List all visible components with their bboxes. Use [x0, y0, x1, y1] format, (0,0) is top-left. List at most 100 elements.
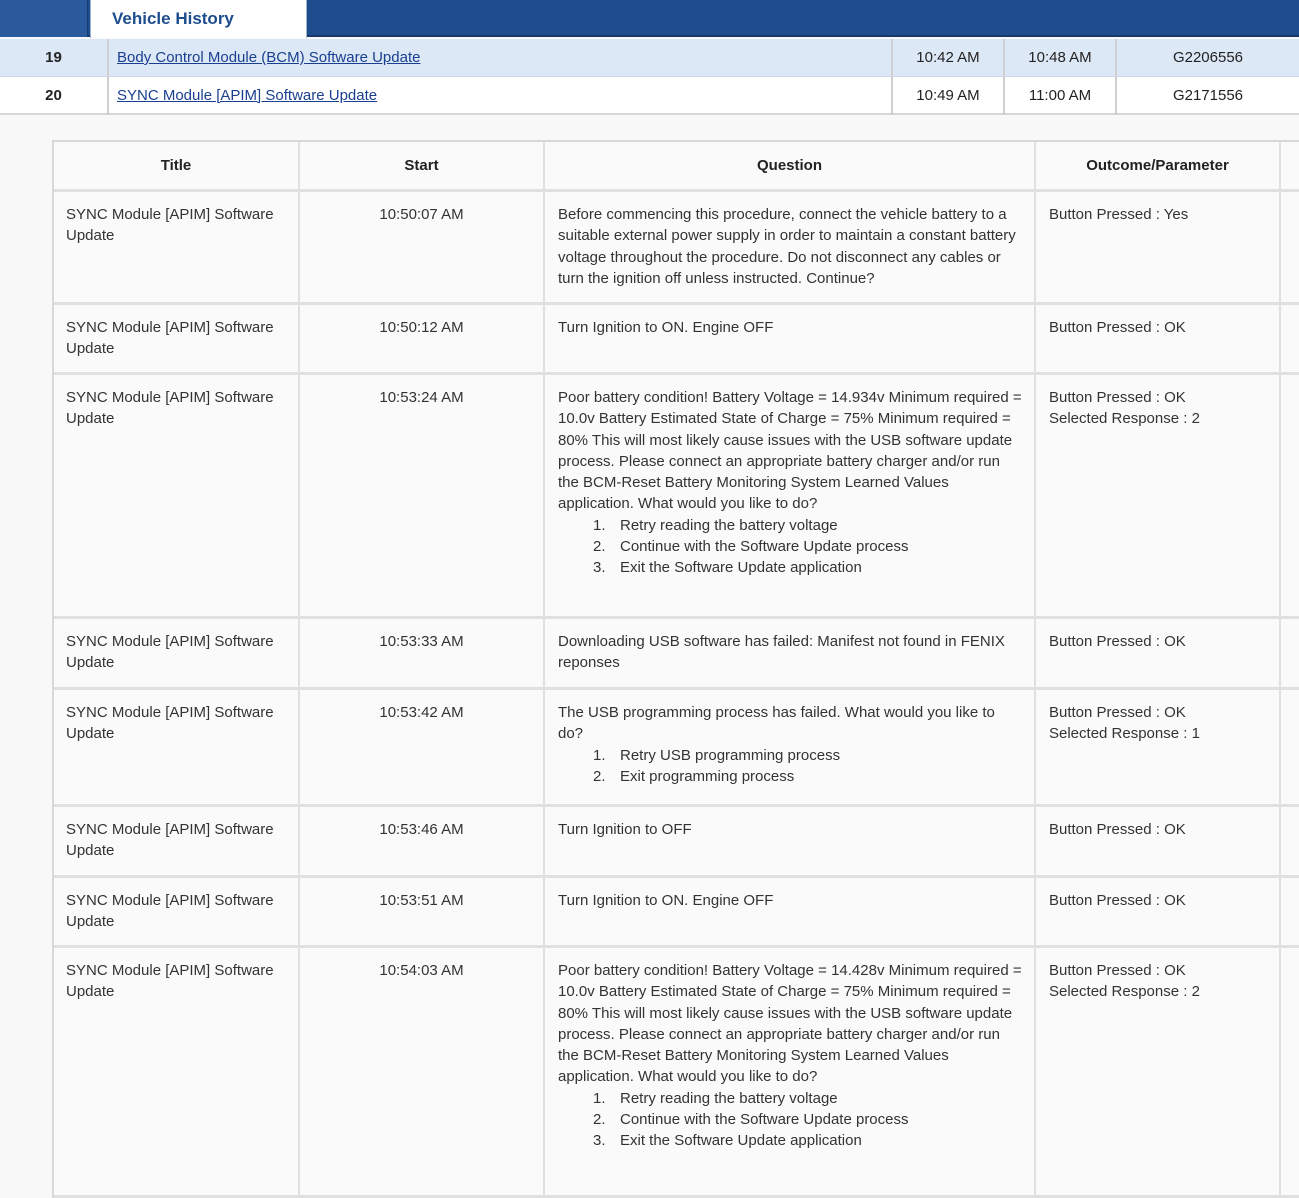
detail-row-outcome: Button Pressed : OK Selected Response : 2 [1036, 948, 1281, 1195]
detail-row-extra [1281, 619, 1299, 687]
response-option: 1. Retry USB programming process [593, 745, 1022, 766]
response-option: 2. Exit programming process [593, 766, 1022, 787]
detail-row-question: Turn Ignition to ON. Engine OFF [545, 878, 1036, 945]
question-text: Turn Ignition to ON. Engine OFF [558, 319, 774, 336]
detail-row-title: SYNC Module [APIM] Software Update [54, 192, 300, 302]
detail-row-title: SYNC Module [APIM] Software Update [54, 878, 300, 945]
response-option-text: Retry reading the battery voltage [620, 516, 838, 534]
history-row-end: 10:48 AM [1005, 39, 1117, 77]
tab-vehicle-history[interactable]: Vehicle History [90, 0, 307, 38]
header-question: Question [545, 142, 1036, 189]
detail-row-start: 10:54:03 AM [300, 948, 545, 1195]
detail-row-title: SYNC Module [APIM] Software Update [54, 948, 300, 1195]
detail-header-row: Title Start Question Outcome/Parameter [54, 142, 1299, 192]
detail-row-extra [1281, 690, 1299, 804]
history-row-end: 11:00 AM [1005, 77, 1117, 115]
history-row[interactable]: 20 SYNC Module [APIM] Software Update 10… [0, 77, 1299, 115]
response-option-text: Retry USB programming process [620, 746, 841, 764]
detail-row-extra [1281, 807, 1299, 875]
response-option-text: Exit programming process [620, 767, 795, 785]
response-option-number: 2. [593, 767, 606, 785]
response-option-number: 1. [593, 746, 606, 764]
response-option: 3. Exit the Software Update application [593, 1130, 1022, 1151]
outcome-line: Button Pressed : Yes [1049, 206, 1189, 223]
detail-row-start: 10:53:46 AM [300, 807, 545, 875]
history-row-id: G2171556 [1172, 87, 1244, 104]
detail-row-question: Before commencing this procedure, connec… [545, 192, 1036, 302]
history-row-number: 20 [0, 77, 109, 115]
question-text: Turn Ignition to ON. Engine OFF [558, 892, 774, 909]
response-option-number: 1. [593, 516, 606, 534]
detail-row-question: Downloading USB software has failed: Man… [545, 619, 1036, 687]
detail-row-question: Turn Ignition to ON. Engine OFF [545, 305, 1036, 372]
history-row-title-link[interactable]: SYNC Module [APIM] Software Update [117, 87, 377, 104]
detail-row-title: SYNC Module [APIM] Software Update [54, 690, 300, 804]
detail-row: SYNC Module [APIM] Software Update 10:53:… [54, 878, 1299, 948]
response-option-text: Retry reading the battery voltage [620, 1089, 838, 1107]
question-text: Poor battery condition! Battery Voltage … [558, 389, 1022, 513]
history-row-start: 10:42 AM [893, 39, 1005, 77]
history-row-title-cell: Body Control Module (BCM) Software Updat… [109, 39, 893, 77]
response-option-number: 3. [593, 559, 606, 577]
detail-row-outcome: Button Pressed : Yes [1036, 192, 1281, 302]
response-option: 2. Continue with the Software Update proc… [593, 536, 1022, 557]
history-row-title-link[interactable]: Body Control Module (BCM) Software Updat… [117, 49, 420, 66]
response-option-text: Exit the Software Update application [620, 1132, 862, 1150]
history-row[interactable]: 19 Body Control Module (BCM) Software Up… [0, 39, 1299, 78]
response-option: 2. Continue with the Software Update proc… [593, 1109, 1022, 1130]
outcome-line: Button Pressed : OK [1049, 633, 1186, 650]
response-option-number: 1. [593, 1089, 606, 1107]
tab-vehicle-history-label: Vehicle History [112, 9, 234, 28]
outcome-line: Button Pressed : OK [1049, 704, 1186, 721]
response-option: 1. Retry reading the battery voltage [593, 1088, 1022, 1109]
detail-row-start: 10:50:12 AM [300, 305, 545, 372]
header-outcome: Outcome/Parameter [1036, 142, 1281, 189]
outcome-line: Button Pressed : OK [1049, 319, 1186, 336]
response-option-text: Exit the Software Update application [620, 559, 862, 577]
question-text: The USB programming process has failed. … [558, 704, 995, 743]
detail-row: SYNC Module [APIM] Software Update 10:54:… [54, 948, 1299, 1198]
outcome-line: Button Pressed : OK [1049, 962, 1186, 979]
response-option-number: 3. [593, 1132, 606, 1150]
tab-bar-left-block [0, 0, 88, 37]
detail-row-start: 10:53:51 AM [300, 878, 545, 945]
response-options-list: 1. Retry reading the battery voltage 2. Con… [593, 515, 1022, 579]
header-title: Title [54, 142, 300, 189]
detail-row-question: Poor battery condition! Battery Voltage … [545, 375, 1036, 616]
detail-row-title: SYNC Module [APIM] Software Update [54, 807, 300, 875]
detail-row-start: 10:53:24 AM [300, 375, 545, 616]
response-option-text: Continue with the Software Update proces… [620, 1111, 909, 1129]
detail-row-extra [1281, 878, 1299, 945]
detail-row-outcome: Button Pressed : OK [1036, 305, 1281, 372]
history-row-number: 19 [0, 39, 109, 77]
outcome-line: Selected Response : 2 [1049, 410, 1200, 428]
response-option-text: Continue with the Software Update proces… [620, 538, 909, 556]
response-option: 1. Retry reading the battery voltage [593, 515, 1022, 536]
detail-row-outcome: Button Pressed : OK Selected Response : 1 [1036, 690, 1281, 804]
question-text: Before commencing this procedure, connec… [558, 206, 1016, 287]
outcome-line: Button Pressed : OK [1049, 389, 1186, 406]
outcome-line: Selected Response : 1 [1049, 725, 1200, 743]
outcome-line: Button Pressed : OK [1049, 821, 1186, 838]
detail-row: SYNC Module [APIM] Software Update 10:53:… [54, 375, 1299, 619]
detail-row: SYNC Module [APIM] Software Update 10:53:… [54, 807, 1299, 878]
detail-row-start: 10:53:42 AM [300, 690, 545, 804]
history-row-id: G2206556 [1172, 49, 1244, 66]
detail-row-start: 10:53:33 AM [300, 619, 545, 687]
history-row-title-cell: SYNC Module [APIM] Software Update [109, 77, 893, 115]
question-text: Turn Ignition to OFF [558, 821, 692, 838]
detail-row-outcome: Button Pressed : OK [1036, 807, 1281, 875]
header-start: Start [300, 142, 545, 189]
detail-row-title: SYNC Module [APIM] Software Update [54, 375, 300, 616]
detail-row-outcome: Button Pressed : OK Selected Response : 2 [1036, 375, 1281, 616]
detail-table: Title Start Question Outcome/Parameter S… [52, 140, 1299, 1198]
response-options-list: 1. Retry USB programming process 2. Exit pr… [593, 745, 1022, 788]
detail-row-outcome: Button Pressed : OK [1036, 619, 1281, 687]
response-options-list: 1. Retry reading the battery voltage 2. Con… [593, 1088, 1022, 1152]
detail-row-extra [1281, 192, 1299, 302]
outcome-line: Selected Response : 2 [1049, 983, 1200, 1001]
question-text: Poor battery condition! Battery Voltage … [558, 962, 1022, 1086]
detail-row-extra [1281, 305, 1299, 372]
response-option-number: 2. [593, 538, 606, 556]
detail-row-extra [1281, 948, 1299, 1195]
